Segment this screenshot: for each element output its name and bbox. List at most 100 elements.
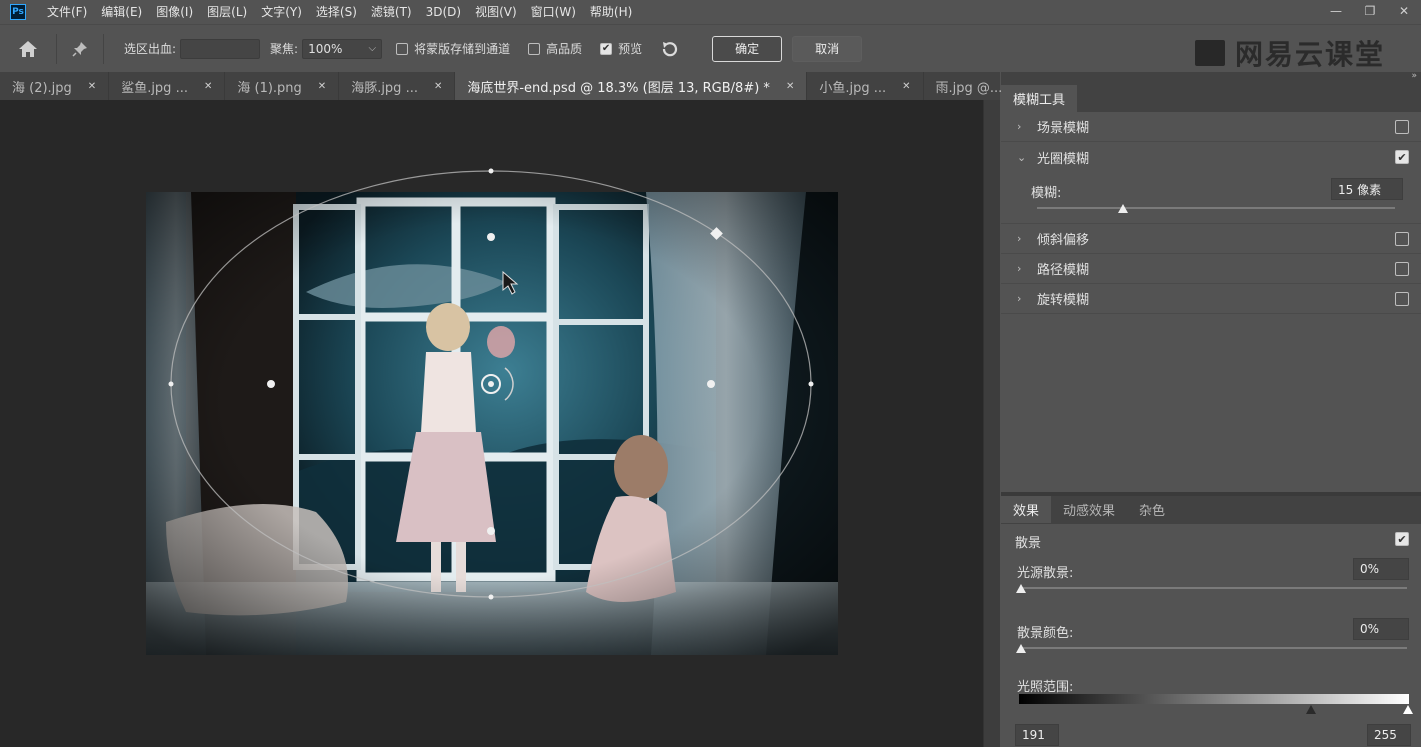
tilt-shift-checkbox[interactable] (1395, 232, 1409, 246)
mouse-cursor-icon (502, 270, 519, 295)
reset-pins-button[interactable] (660, 40, 682, 58)
blur-pin-dot (488, 381, 494, 387)
bokeh-color-input[interactable]: 0% (1353, 618, 1409, 640)
close-icon[interactable]: ✕ (88, 81, 96, 92)
blur-tools-tabrow: 模糊工具 (1001, 85, 1421, 112)
high-quality-checkbox[interactable] (528, 42, 541, 55)
pin-tool-button[interactable] (65, 41, 95, 57)
feather-handle-top[interactable] (487, 233, 495, 241)
collapse-panel-icon[interactable]: » (1411, 71, 1417, 81)
tab-label: 雨.jpg @... (935, 80, 1003, 96)
tab-document[interactable]: 鲨鱼.jpg ... ✕ (109, 72, 226, 100)
home-button[interactable] (8, 25, 48, 73)
menu-select[interactable]: 选择(S) (309, 0, 364, 24)
preview-checkbox[interactable]: ✔ (600, 42, 613, 55)
tab-motion-effects[interactable]: 动感效果 (1051, 496, 1127, 523)
blur-amount-ring[interactable] (504, 367, 514, 401)
tab-label: 海 (1).png (237, 80, 302, 96)
menu-view[interactable]: 视图(V) (468, 0, 524, 24)
close-icon[interactable]: ✕ (318, 81, 326, 92)
menu-image[interactable]: 图像(I) (149, 0, 200, 24)
feather-handle-left[interactable] (267, 380, 275, 388)
ellipse-handle-bottom[interactable] (488, 594, 494, 600)
light-bokeh-input[interactable]: 0% (1353, 558, 1409, 580)
roundness-handle[interactable] (710, 227, 723, 240)
blur-row-tilt-shift[interactable]: › 倾斜偏移 (1001, 224, 1421, 254)
light-range-high-thumb[interactable] (1403, 705, 1413, 714)
chevron-right-icon[interactable]: › (1017, 120, 1031, 133)
light-bokeh-slider-thumb[interactable] (1016, 584, 1026, 593)
path-blur-checkbox[interactable] (1395, 262, 1409, 276)
tab-document-active[interactable]: 海底世界-end.psd @ 18.3% (图层 13, RGB/8#) * ✕ (455, 72, 808, 100)
vertical-scrollbar[interactable] (983, 100, 1000, 747)
blur-row-field[interactable]: › 场景模糊 (1001, 112, 1421, 142)
spin-blur-checkbox[interactable] (1395, 292, 1409, 306)
light-bokeh-slider[interactable] (1021, 587, 1407, 589)
watermark: 网易云课堂 (1194, 33, 1385, 73)
blur-row-spin[interactable]: › 旋转模糊 (1001, 284, 1421, 314)
light-range-low-value: 191 (1022, 728, 1045, 742)
close-icon[interactable]: ✕ (204, 81, 212, 92)
light-range-gradient[interactable] (1019, 694, 1409, 704)
ellipse-handle-right[interactable] (808, 381, 814, 387)
blur-row-label: 路径模糊 (1037, 263, 1090, 278)
blur-amount-label: 模糊: (1031, 186, 1062, 201)
blur-amount-slider-thumb[interactable] (1117, 204, 1128, 213)
blur-row-path[interactable]: › 路径模糊 (1001, 254, 1421, 284)
feather-handle-bottom[interactable] (487, 527, 495, 535)
menu-filter[interactable]: 滤镜(T) (364, 0, 419, 24)
minimize-button[interactable]: — (1319, 0, 1353, 22)
menu-layer[interactable]: 图层(L) (200, 0, 254, 24)
tab-effects[interactable]: 效果 (1001, 496, 1052, 523)
ellipse-handle-top[interactable] (488, 168, 494, 174)
blur-amount-input[interactable]: 15 像素 (1331, 178, 1403, 200)
tab-blur-tools[interactable]: 模糊工具 (1001, 85, 1078, 112)
menu-window[interactable]: 窗口(W) (524, 0, 583, 24)
cancel-button[interactable]: 取消 (792, 35, 863, 62)
selection-bleed-input[interactable] (180, 38, 261, 59)
light-range-high-input[interactable]: 255 (1367, 724, 1411, 746)
document-tabs: 海 (2).jpg ✕ 鲨鱼.jpg ... ✕ 海 (1).png ✕ 海豚.jpg… (0, 72, 1040, 100)
iris-blur-checkbox[interactable]: ✔ (1395, 150, 1409, 164)
chevron-down-icon[interactable]: ⌄ (1017, 151, 1031, 164)
ellipse-handle-left[interactable] (168, 381, 174, 387)
close-icon[interactable]: ✕ (902, 81, 910, 92)
chevron-right-icon[interactable]: › (1017, 292, 1031, 305)
focus-input[interactable]: 100% ⌵ (302, 38, 383, 59)
bokeh-checkbox[interactable]: ✔ (1395, 532, 1409, 546)
options-bar: 选区出血: 聚焦: 100% ⌵ 将蒙版存储到通道 高品质 ✔ 预览 确定 取消… (0, 24, 1421, 72)
menu-file[interactable]: 文件(F) (40, 0, 94, 24)
chevron-right-icon[interactable]: › (1017, 262, 1031, 275)
field-blur-checkbox[interactable] (1395, 120, 1409, 134)
chevron-right-icon[interactable]: › (1017, 232, 1031, 245)
light-range-low-thumb[interactable] (1306, 705, 1317, 714)
iris-blur-settings: 模糊: 15 像素 (1001, 172, 1421, 224)
light-range-low-input[interactable]: 191 (1015, 724, 1059, 746)
menu-edit[interactable]: 编辑(E) (94, 0, 149, 24)
canvas-area[interactable] (0, 100, 983, 747)
separator (56, 33, 57, 64)
ok-button[interactable]: 确定 (712, 35, 783, 62)
tab-document[interactable]: 海 (1).png ✕ (225, 72, 340, 100)
blur-row-iris[interactable]: ⌄ 光圈模糊 ✔ (1001, 142, 1421, 172)
blur-amount-slider[interactable] (1037, 207, 1395, 209)
restore-button[interactable]: ❐ (1353, 0, 1387, 22)
tab-noise[interactable]: 杂色 (1127, 496, 1177, 523)
tab-document[interactable]: 海豚.jpg ... ✕ (339, 72, 456, 100)
feather-handle-right[interactable] (707, 380, 715, 388)
close-icon[interactable]: ✕ (786, 81, 794, 92)
separator (103, 33, 104, 64)
menu-help[interactable]: 帮助(H) (583, 0, 639, 24)
tab-document[interactable]: 海 (2).jpg ✕ (0, 72, 110, 100)
close-window-button[interactable]: ✕ (1387, 0, 1421, 22)
bokeh-color-slider-thumb[interactable] (1016, 644, 1026, 653)
light-range-high-value: 255 (1374, 728, 1397, 742)
menu-type[interactable]: 文字(Y) (254, 0, 309, 24)
tab-label: 海 (2).jpg (12, 80, 72, 96)
save-mask-checkbox[interactable] (396, 42, 409, 55)
blur-row-label: 光圈模糊 (1037, 151, 1090, 167)
bokeh-color-slider[interactable] (1021, 647, 1407, 649)
tab-document[interactable]: 小鱼.jpg ... ✕ (807, 72, 924, 100)
close-icon[interactable]: ✕ (434, 81, 442, 92)
menu-3d[interactable]: 3D(D) (419, 0, 468, 24)
